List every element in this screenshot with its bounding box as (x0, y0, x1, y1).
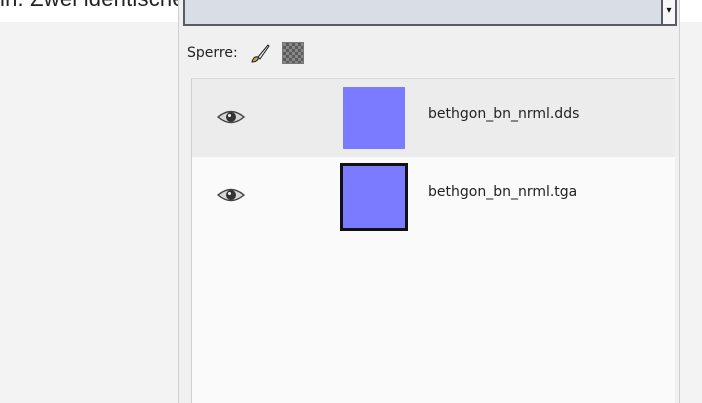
eye-icon[interactable] (216, 107, 246, 127)
right-background (680, 22, 702, 403)
lock-label: Sperre: (187, 45, 238, 61)
layer-thumbnail (340, 163, 408, 231)
layers-panel: ▾ Sperre: bethgon_bn_nrml.dds bethgon_bn… (178, 0, 680, 403)
layer-thumbnail (343, 87, 405, 149)
paintbrush-icon[interactable] (248, 41, 272, 65)
eye-icon[interactable] (216, 185, 246, 205)
chevron-down-icon[interactable]: ▾ (661, 0, 677, 26)
layer-row[interactable]: bethgon_bn_nrml.dds (192, 79, 675, 157)
lock-row: Sperre: (187, 38, 304, 68)
layer-name[interactable]: bethgon_bn_nrml.dds (428, 106, 579, 122)
layer-name[interactable]: bethgon_bn_nrml.tga (428, 184, 577, 200)
left-background (0, 22, 178, 403)
layers-list: bethgon_bn_nrml.dds bethgon_bn_nrml.tga (191, 78, 675, 403)
image-selector-combo[interactable]: ▾ (183, 0, 677, 26)
layer-row[interactable]: bethgon_bn_nrml.tga (192, 157, 675, 235)
alpha-checker-icon[interactable] (281, 42, 304, 64)
